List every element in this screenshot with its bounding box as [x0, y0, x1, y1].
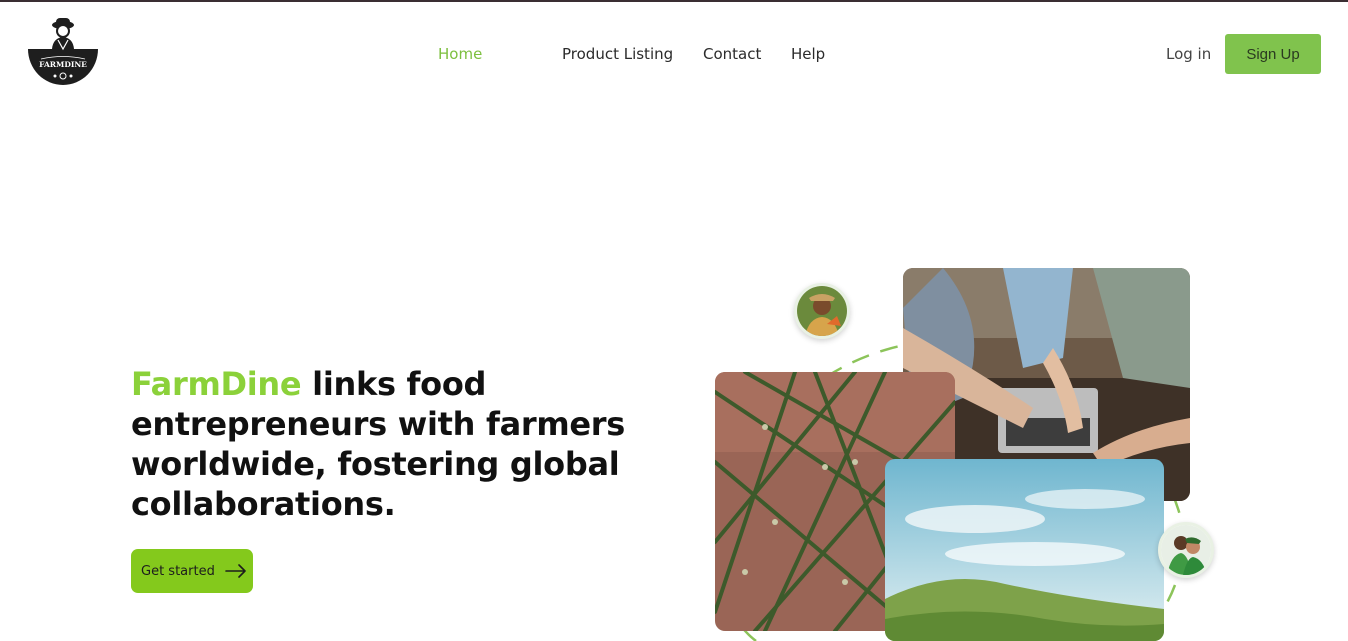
nav-product-listing[interactable]: Product Listing — [562, 45, 673, 63]
hero-headline: FarmDine links food entrepreneurs with f… — [131, 364, 651, 524]
nav-home[interactable]: Home — [438, 45, 482, 63]
login-link[interactable]: Log in — [1166, 45, 1211, 63]
hero-collage — [700, 255, 1240, 641]
arrow-right-icon — [225, 564, 246, 578]
signup-button[interactable]: Sign Up — [1225, 34, 1321, 74]
hero-brand-word: FarmDine — [131, 365, 302, 403]
main-nav: Home Product Listing Contact Help Log in… — [0, 0, 1348, 108]
get-started-button[interactable]: Get started — [131, 549, 253, 593]
hills-photo — [885, 459, 1164, 641]
farmer-avatar — [794, 283, 850, 339]
couple-avatar — [1158, 522, 1214, 578]
nav-contact[interactable]: Contact — [703, 45, 761, 63]
get-started-label: Get started — [141, 563, 215, 579]
nav-help[interactable]: Help — [791, 45, 825, 63]
